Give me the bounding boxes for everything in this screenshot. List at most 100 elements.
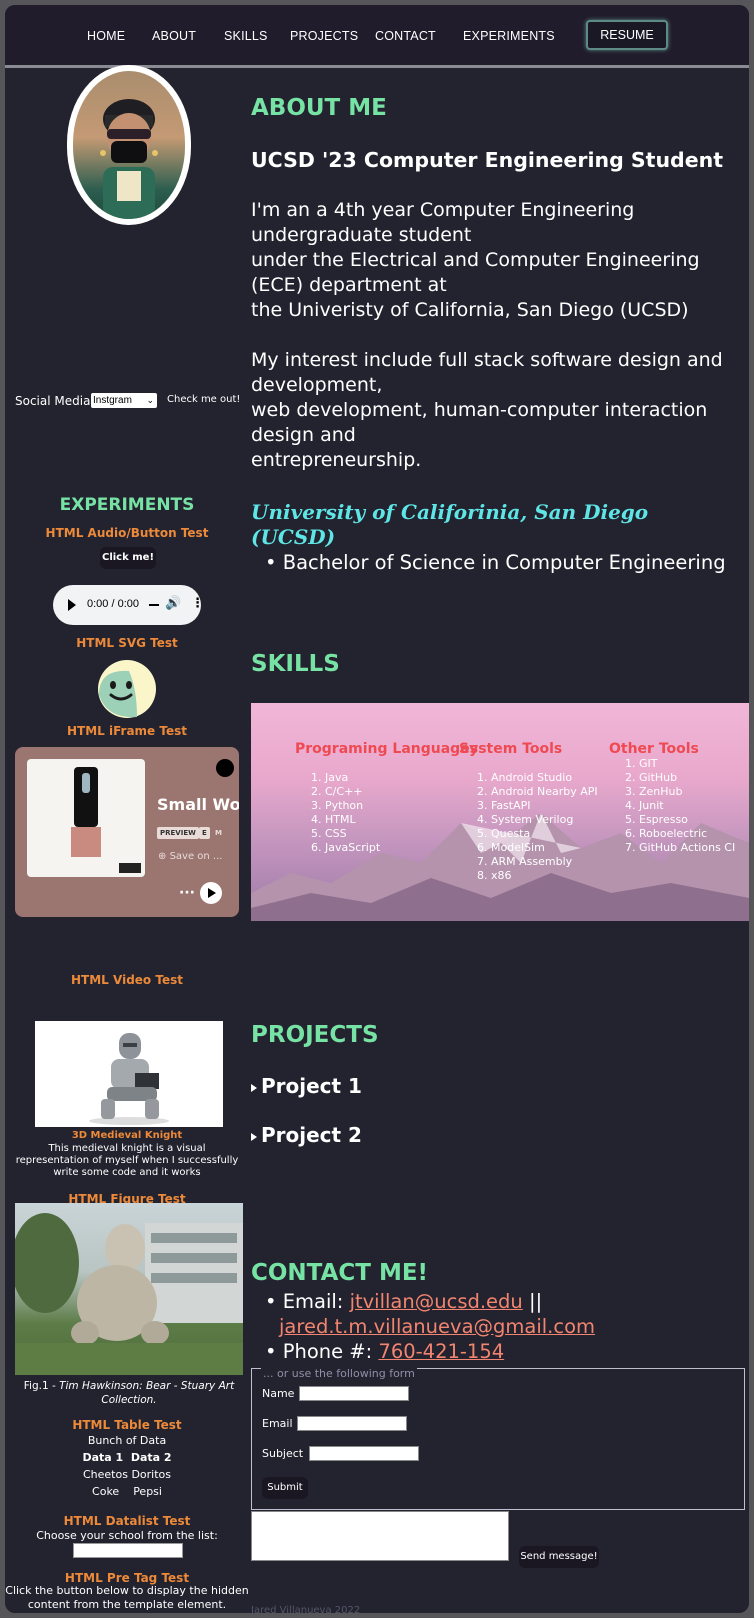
list-item: 5. Questa [477,827,531,840]
university-name: University of Califorinia, San Diego (UC… [251,500,649,549]
email-field[interactable] [297,1416,407,1431]
nav-experiments[interactable]: EXPERIMENTS [463,29,555,43]
figure-caption-prefix: Fig.1 - [23,1380,60,1392]
audio-progress-bar[interactable] [149,604,159,606]
nav-about[interactable]: ABOUT [152,29,196,43]
social-media-label: Social Media: [15,394,95,408]
figure-caption: Fig.1 - Tim Hawkinson: Bear - Stuary Art… [15,1379,243,1407]
nav-projects[interactable]: PROJECTS [290,29,358,43]
contact-email-item: • Email: jtvillan@ucsd.edu || jared.t.m.… [265,1290,596,1338]
click-me-button[interactable]: Click me! [100,547,156,569]
email-link-gmail[interactable]: jared.t.m.villanueva@gmail.com [279,1315,595,1338]
name-field[interactable] [299,1386,409,1401]
table-cell: Coke [92,1485,120,1498]
subject-label: Subject [262,1447,304,1460]
spotify-play-icon[interactable] [200,882,222,904]
skills-panel: Programing Languages System Tools Other … [251,703,749,921]
about-line: My interest include full stack software … [251,349,723,396]
phone-label: Phone #: [282,1340,379,1363]
more-options-icon[interactable]: ⋮ [191,596,204,611]
spotify-icon[interactable] [216,759,234,777]
save-on-spotify[interactable]: ⊕ Save on ... [158,851,222,862]
phone-link[interactable]: 760-421-154 [378,1340,504,1363]
submit-button[interactable]: Submit [262,1477,308,1499]
more-icon[interactable]: ··· [179,885,195,901]
form-legend: ... or use the following form [261,1367,417,1380]
nav-contact[interactable]: CONTACT [375,29,436,43]
table-caption: Bunch of Data [87,1434,167,1447]
preview-badge: PREVIEW [157,827,199,839]
list-item: 4. Junit [625,799,664,812]
skills-column-title: Programing Languages [295,741,479,757]
artist-name[interactable]: M [212,827,225,839]
avatar-photo [73,71,185,219]
audio-player: 0:00 / 0:00 🔊 ⋮ [53,585,204,625]
list-item: 1. GIT [625,757,658,770]
contact-phone-item: • Phone #: 760-421-154 [265,1340,505,1363]
table-cell: Cheetos [82,1468,128,1481]
subject-field[interactable] [309,1446,419,1461]
album-cover [27,759,145,877]
list-item: 5. CSS [311,827,347,840]
contact-heading: CONTACT ME! [251,1260,429,1286]
list-item: 7. GitHub Actions CI [625,841,736,854]
degree-text: Bachelor of Science in Computer Engineer… [282,551,726,574]
email-link-ucsd[interactable]: jtvillan@ucsd.edu [350,1290,523,1313]
list-item: 3. Python [311,799,364,812]
name-label: Name [262,1387,295,1400]
volume-icon[interactable]: 🔊 [165,596,181,611]
chevron-down-icon: ⌄ [146,395,154,405]
datalist-label: Choose your school from the list: [36,1529,218,1542]
skills-column-title: System Tools [459,741,563,757]
table-header: Data 2 [130,1451,172,1464]
project-title: Project 1 [261,1074,362,1098]
table-cell: Pepsi [133,1485,162,1498]
skills-list: 1. Java 2. C/C++ 3. Python 4. HTML 5. CS… [311,771,380,855]
disclosure-triangle-icon [251,1083,257,1092]
pre-tag-text: Click the button below to display the hi… [5,1584,249,1611]
resume-button[interactable]: RESUME [586,20,668,50]
about-paragraph-1: I'm an a 4th year Computer Engineering u… [251,198,731,323]
skills-list: 1. Android Studio 2. Android Nearby API … [477,771,598,883]
table-header-row: Data 1 Data 2 [5,1449,249,1466]
track-title[interactable]: Small Wo [157,795,239,814]
about-line: I'm an a 4th year Computer Engineering u… [251,199,635,246]
nav-home[interactable]: HOME [87,29,125,43]
list-item: 1. Java [311,771,349,784]
bear-sculpture-art [15,1213,243,1375]
list-item: 1. Android Studio [477,771,573,784]
project-title: Project 2 [261,1123,362,1147]
audio-button-test-title: HTML Audio/Button Test [45,526,209,540]
degree-item: • Bachelor of Science in Computer Engine… [265,551,726,574]
about-line: web development, human-computer interact… [251,399,708,446]
table-header: Data 1 [82,1451,124,1464]
social-media-selected: Instgram [93,395,132,406]
school-input[interactable] [73,1543,183,1558]
message-textarea[interactable] [251,1511,509,1561]
spotify-embed[interactable]: Small Wo PREVIEW E M ⊕ Save on ... ··· [15,747,239,917]
svg-test-title: HTML SVG Test [76,636,178,650]
top-nav: HOME ABOUT SKILLS PROJECTS CONTACT EXPER… [5,5,749,68]
email-separator: || [522,1290,543,1313]
send-message-button[interactable]: Send message! [519,1546,599,1568]
table-cell: Doritos [131,1468,172,1481]
list-item: 3. ZenHub [625,785,683,798]
page-frame: HOME ABOUT SKILLS PROJECTS CONTACT EXPER… [5,5,749,1613]
avatar-illustration [100,99,158,219]
project-2-toggle[interactable]: Project 2 [251,1123,362,1147]
table-row: Coke Pepsi [5,1483,249,1500]
avatar [67,65,191,225]
nav-skills[interactable]: SKILLS [224,29,268,43]
social-media-select[interactable]: Instgram ⌄ [91,393,157,408]
video-player[interactable] [35,1021,223,1127]
list-item: 3. FastAPI [477,799,531,812]
projects-heading: PROJECTS [251,1022,379,1048]
check-me-out-button[interactable]: Check me out! [167,394,240,405]
list-item: 6. Roboelectric [625,827,708,840]
experiments-heading: EXPERIMENTS [59,495,195,515]
pre-tag-test-title: HTML Pre Tag Test [64,1571,190,1585]
disclosure-triangle-icon [251,1132,257,1141]
play-icon[interactable] [68,599,76,611]
figure-caption-text: Tim Hawkinson: Bear - Stuary Art Collect… [59,1380,235,1406]
project-1-toggle[interactable]: Project 1 [251,1074,362,1098]
